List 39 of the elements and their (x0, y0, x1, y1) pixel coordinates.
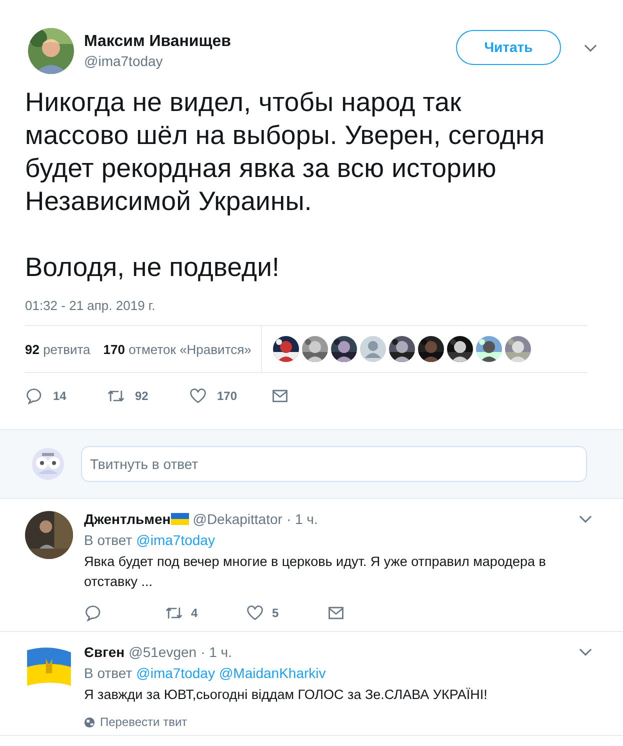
message-icon[interactable] (327, 604, 345, 622)
chevron-icon[interactable] (584, 44, 597, 52)
reply-icon[interactable] (25, 387, 43, 405)
chevron-icon[interactable] (579, 648, 592, 656)
in-reply-label: В ответ (84, 665, 132, 681)
action-count: 170 (217, 389, 238, 403)
action-count: 92 (135, 389, 148, 403)
action-count: 5 (272, 606, 279, 620)
tweet-text: Володя, не подведи! (25, 251, 280, 284)
reply-text: Я завжди за ЮВТ,сьогодні віддам ГОЛОС за Зе.СЛАВА УКРАЇНІ! (84, 686, 488, 704)
author-name: Максим Иванищев (84, 32, 232, 52)
like-icon[interactable] (189, 387, 207, 405)
chevron-icon[interactable] (579, 515, 592, 523)
stat-count[interactable]: 92 ретвита (25, 342, 90, 356)
reply-input-field[interactable]: Твитнуть в ответ (81, 446, 587, 482)
avatar-icon (360, 336, 386, 362)
like-icon[interactable] (246, 604, 264, 622)
in-reply-label: В ответ (84, 532, 132, 548)
reply-handle[interactable]: @51evgen (128, 644, 197, 660)
author-handle: @ima7today (84, 52, 164, 70)
translate-link[interactable]: Перевести твит (100, 715, 188, 729)
reply-time: · 1 ч. (286, 511, 318, 527)
action-count: 4 (191, 606, 198, 620)
reply-handle[interactable]: @Dekapittator (192, 511, 282, 527)
tweet-text: Никогда не видел, чтобы народ так массово шёл на выборы. Уверен, сегодня будет рекордная явка за всю историю Независимой Украины. (25, 86, 546, 218)
globe-icon (84, 716, 95, 728)
reply-icon[interactable] (84, 604, 102, 622)
reply-text: Явка будет под вечер многие в церковь идут. Я уже отправил мародера в отставку ... (84, 553, 547, 591)
action-count: 14 (53, 389, 66, 403)
mention-link[interactable]: @MaidanKharkiv (218, 665, 326, 681)
message-icon[interactable] (271, 387, 289, 405)
stat-count[interactable]: 170 отметок «Нравится» (103, 342, 252, 356)
mention-link[interactable]: @ima7today (136, 532, 215, 548)
reply-time: · 1 ч. (200, 644, 232, 660)
follow-button[interactable]: Читать (456, 30, 561, 64)
timestamp: 01:32 - 21 апр. 2019 г. (25, 298, 587, 326)
reply-author-name[interactable]: Джентльмен (84, 511, 171, 527)
reply-author-name[interactable]: Євген (84, 644, 125, 660)
mention-link[interactable]: @ima7today (136, 665, 215, 681)
